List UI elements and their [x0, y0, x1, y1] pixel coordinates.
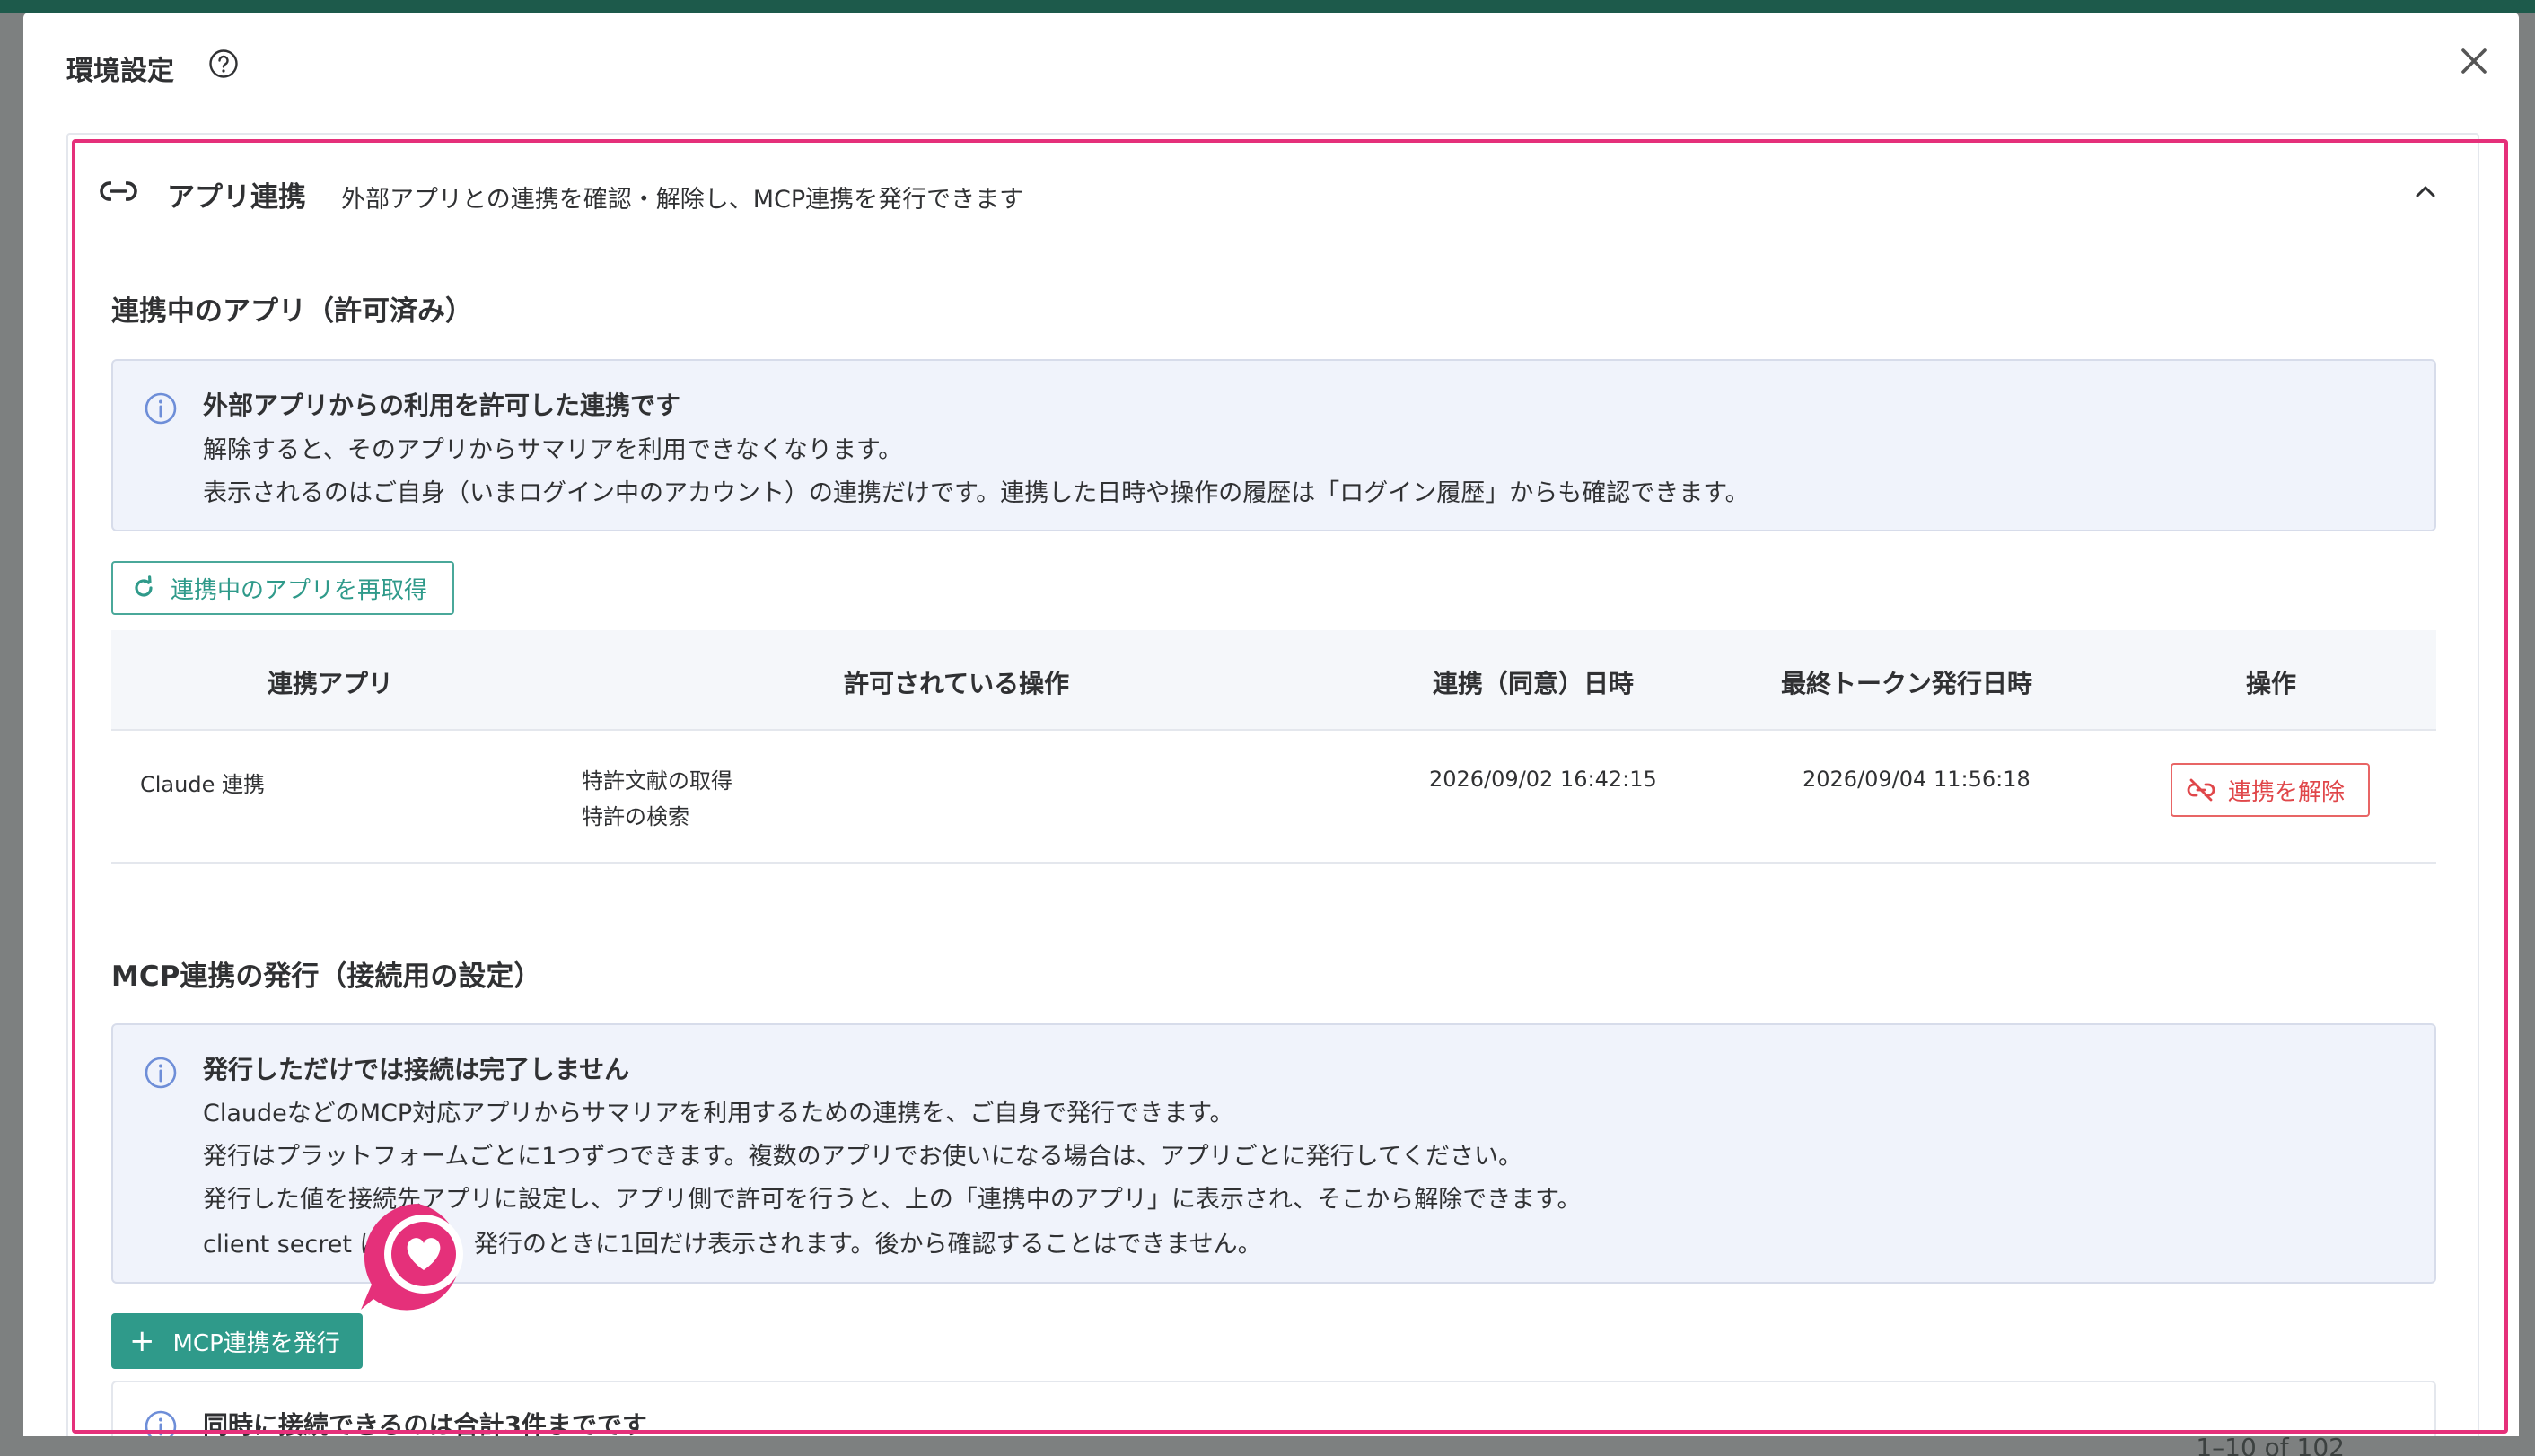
column-header-action: 操作 [2246, 669, 2297, 698]
table-row: Claude 連携 特許文献の取得 特許の検索 2026/09/02 16:42… [111, 732, 2436, 864]
info-icon [145, 392, 177, 425]
connected-apps-title: 連携中のアプリ（許可済み） [111, 295, 473, 328]
refresh-connected-apps-button[interactable]: 連携中のアプリを再取得 [111, 561, 454, 615]
table-header: 連携アプリ 許可されている操作 連携（同意）日時 最終トークン発行日時 操作 [111, 630, 2436, 731]
chevron-up-icon[interactable] [2413, 180, 2438, 205]
connected-apps-info-box: 外部アプリからの利用を許可した連携です 解除すると、そのアプリからサマリアを利用… [111, 359, 2436, 531]
cell-consented-at: 2026/09/02 16:42:15 [1429, 767, 1657, 792]
background-app-header [0, 0, 2535, 13]
cell-operation: 特許文献の取得 [582, 768, 732, 794]
issue-mcp-button-label: MCP連携を発行 [172, 1329, 340, 1357]
column-header-consented-at: 連携（同意）日時 [1433, 669, 1635, 698]
column-header-app: 連携アプリ [268, 669, 394, 698]
column-header-last-token-at: 最終トークン発行日時 [1781, 669, 2033, 698]
mcp-info-line: 発行のときに1回だけ表示されます。後から確認することはできません。 [474, 1231, 1262, 1259]
modal-header: 環境設定 [23, 13, 2519, 120]
link-icon [100, 181, 137, 201]
mcp-info-line: 発行はプラットフォームごとに1つずつできます。複数のアプリでお使いになる場合は、… [203, 1143, 1523, 1171]
close-icon[interactable] [2456, 43, 2492, 79]
mcp-info-line: ClaudeなどのMCP対応アプリからサマリアを利用するための連携を、ご自身で発… [203, 1100, 1234, 1127]
disconnect-button-label: 連携を解除 [2228, 778, 2346, 806]
cell-operation: 特許の検索 [582, 804, 689, 829]
connected-apps-info-line: 表示されるのはご自身（いまログイン中のアカウント）の連携だけです。連携した日時や… [203, 479, 1750, 507]
column-header-operations: 許可されている操作 [844, 669, 1070, 698]
section-title: アプリ連携 [167, 181, 306, 214]
section-description: 外部アプリとの連携を確認・解除し、MCP連携を発行できます [341, 186, 1024, 214]
connected-apps-info-line: 解除すると、そのアプリからサマリアを利用できなくなります。 [203, 436, 903, 464]
mcp-section-title: MCP連携の発行（接続用の設定） [111, 960, 542, 993]
refresh-icon [135, 575, 153, 597]
issue-mcp-button[interactable]: + MCP連携を発行 [111, 1313, 363, 1369]
cell-app-name: Claude 連携 [140, 772, 265, 797]
mcp-info-title: 発行しただけでは接続は完了しません [203, 1055, 630, 1084]
question-circle-icon[interactable] [208, 48, 239, 79]
background-pagination: 1–10 of 102 [2196, 1433, 2345, 1456]
disconnect-button[interactable]: 連携を解除 [2171, 763, 2370, 817]
refresh-button-label: 連携中のアプリを再取得 [171, 576, 428, 604]
plus-icon: + [129, 1323, 155, 1359]
unlink-icon [2187, 778, 2215, 802]
cell-last-token-at: 2026/09/04 11:56:18 [1803, 767, 2031, 792]
connected-apps-info-title: 外部アプリからの利用を許可した連携です [203, 390, 681, 420]
heart-badge-icon [361, 1204, 463, 1311]
modal-bottom-edge [23, 1436, 2519, 1456]
modal-title: 環境設定 [66, 56, 174, 87]
info-icon [145, 1057, 177, 1089]
